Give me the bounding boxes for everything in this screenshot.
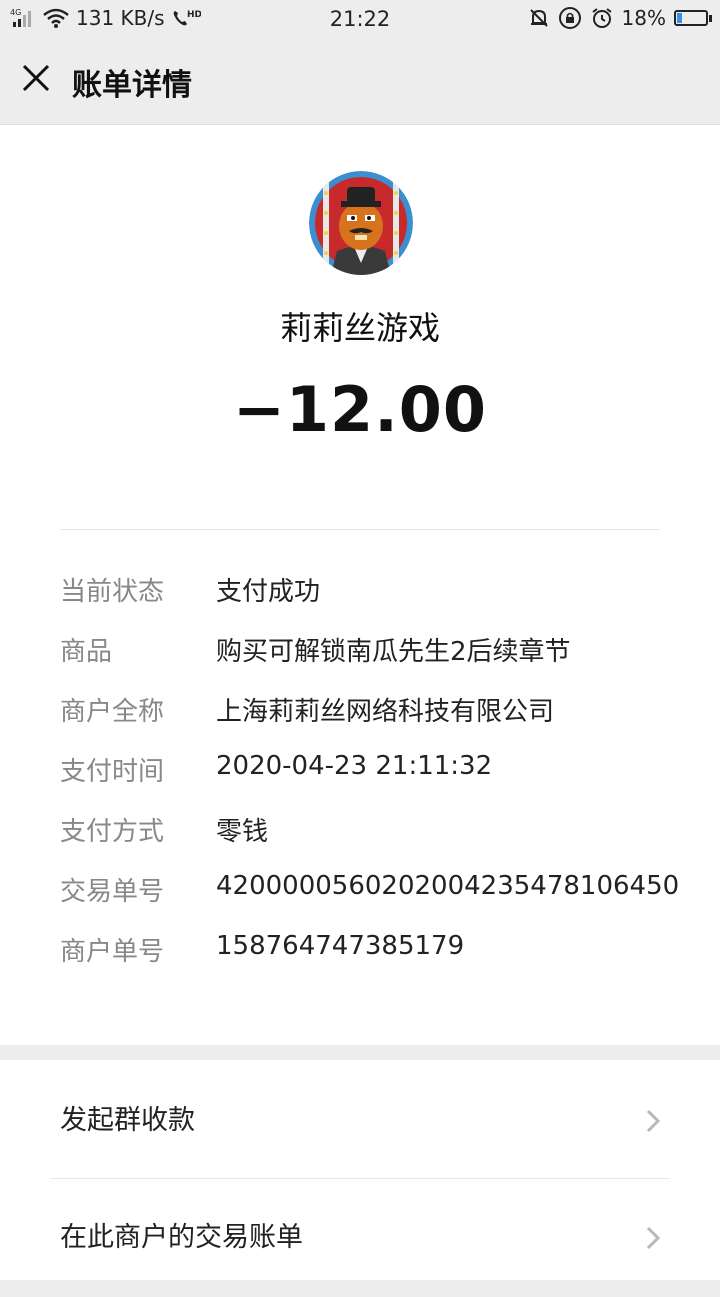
detail-label: 支付时间 — [60, 757, 165, 787]
battery-level — [677, 13, 683, 23]
detail-value[interactable]: 158764747385179 — [216, 931, 464, 961]
group-collect-item[interactable]: 发起群收款 — [0, 1060, 720, 1178]
detail-label: 当前状态 — [60, 577, 165, 607]
alarm-icon — [590, 6, 614, 30]
detail-label: 商户全称 — [60, 697, 165, 727]
detail-row-status: 当前状态 支付成功 — [60, 571, 680, 631]
detail-label: 支付方式 — [60, 817, 165, 847]
detail-value[interactable]: 4200000560202004235478106450 — [216, 871, 679, 901]
detail-list: 当前状态 支付成功 商品 购买可解锁南瓜先生2后续章节 商户全称 上海莉莉丝网络… — [60, 571, 680, 991]
status-bar: 4G 131 KB/s HD 21:22 18% — [0, 0, 720, 36]
detail-row-payment-time: 支付时间 2020-04-23 21:11:32 — [60, 751, 680, 811]
detail-label: 交易单号 — [60, 877, 165, 907]
detail-value: 购买可解锁南瓜先生2后续章节 — [216, 637, 571, 667]
chevron-right-icon — [646, 1226, 661, 1250]
detail-value: 2020-04-23 21:11:32 — [216, 751, 493, 781]
close-button[interactable] — [18, 60, 54, 96]
battery-icon — [674, 10, 712, 26]
menu-item-label: 发起群收款 — [60, 1105, 195, 1136]
detail-value: 上海莉莉丝网络科技有限公司 — [216, 697, 555, 727]
merchant-avatar — [309, 171, 413, 275]
detail-row-payment-method: 支付方式 零钱 — [60, 811, 680, 871]
transaction-amount: −12.00 — [232, 373, 488, 446]
mute-icon — [528, 7, 550, 29]
detail-row-merchant-full-name: 商户全称 上海莉莉丝网络科技有限公司 — [60, 691, 680, 751]
menu-item-label: 在此商户的交易账单 — [60, 1222, 303, 1253]
battery-percent: 18% — [621, 6, 666, 30]
page-title: 账单详情 — [72, 68, 192, 103]
rotation-lock-icon — [558, 6, 582, 30]
detail-value: 支付成功 — [216, 577, 321, 607]
detail-label: 商户单号 — [60, 937, 165, 967]
close-icon — [22, 64, 50, 92]
detail-row-product: 商品 购买可解锁南瓜先生2后续章节 — [60, 631, 680, 691]
divider — [60, 529, 660, 530]
bill-detail-card: 莉莉丝游戏 −12.00 当前状态 支付成功 商品 购买可解锁南瓜先生2后续章节… — [0, 125, 720, 1045]
detail-value: 零钱 — [216, 817, 269, 847]
action-menu: 发起群收款 在此商户的交易账单 — [0, 1060, 720, 1280]
detail-row-merchant-order-id: 商户单号 158764747385179 — [60, 931, 680, 991]
merchant-name: 莉莉丝游戏 — [279, 309, 440, 347]
detail-label: 商品 — [60, 637, 113, 667]
title-bar: 账单详情 — [0, 36, 720, 125]
detail-row-transaction-id: 交易单号 4200000560202004235478106450 — [60, 871, 680, 931]
merchant-bills-item[interactable]: 在此商户的交易账单 — [0, 1179, 720, 1297]
chevron-right-icon — [646, 1109, 661, 1133]
